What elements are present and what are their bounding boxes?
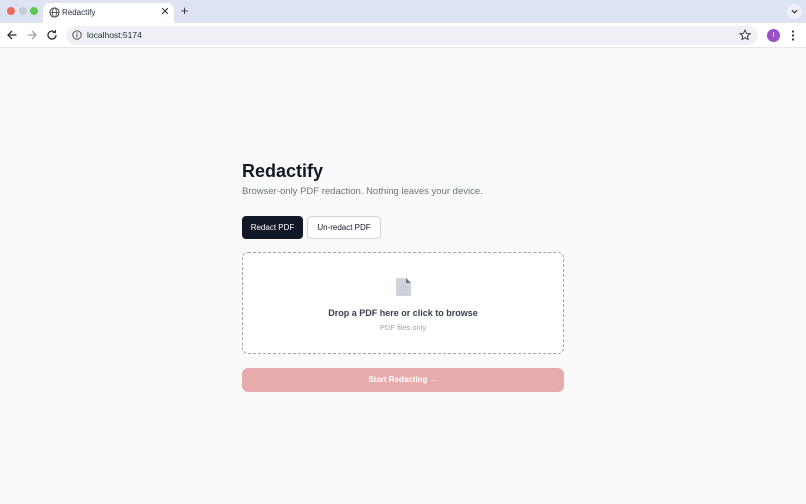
browser-tab-strip: Redactify ✕ + bbox=[0, 0, 806, 23]
chevron-down-icon bbox=[791, 9, 798, 14]
page-title: Redactify bbox=[242, 161, 324, 181]
address-url[interactable]: localhost:5174 bbox=[87, 30, 142, 41]
close-tab-icon[interactable]: ✕ bbox=[159, 6, 171, 18]
dropzone-hint: PDF files only bbox=[379, 323, 427, 332]
start-redacting-button[interactable]: Start Redacting → bbox=[242, 368, 564, 392]
pdf-dropzone[interactable]: Drop a PDF here or click to browse PDF f… bbox=[242, 252, 564, 354]
profile-avatar[interactable]: I bbox=[767, 29, 780, 42]
new-tab-icon[interactable]: + bbox=[178, 4, 191, 17]
tab-search-button[interactable] bbox=[787, 4, 802, 19]
redact-pdf-tab[interactable]: Redact PDF bbox=[242, 216, 303, 239]
forward-arrow-icon[interactable] bbox=[26, 29, 38, 41]
dropzone-title: Drop a PDF here or click to browse bbox=[328, 308, 478, 318]
browser-toolbar: localhost:5174 I bbox=[0, 23, 806, 48]
page-subtitle: Browser-only PDF redaction. Nothing leav… bbox=[242, 186, 483, 197]
page-content: Redactify Browser-only PDF redaction. No… bbox=[0, 49, 806, 504]
site-info-icon[interactable] bbox=[72, 30, 82, 40]
more-menu-icon[interactable] bbox=[788, 29, 798, 42]
browser-tab-active[interactable]: Redactify ✕ bbox=[43, 3, 174, 23]
minimize-window-button[interactable] bbox=[19, 7, 27, 15]
globe-icon bbox=[49, 7, 60, 18]
address-bar[interactable]: localhost:5174 bbox=[66, 26, 758, 45]
tab-title: Redactify bbox=[62, 8, 96, 17]
back-arrow-icon[interactable] bbox=[6, 29, 18, 41]
file-icon bbox=[396, 278, 411, 296]
reload-icon[interactable] bbox=[46, 29, 58, 41]
unredact-pdf-tab[interactable]: Un-redact PDF bbox=[307, 216, 381, 239]
maximize-window-button[interactable] bbox=[30, 7, 38, 15]
bookmark-star-icon[interactable] bbox=[739, 29, 751, 41]
close-window-button[interactable] bbox=[7, 7, 15, 15]
